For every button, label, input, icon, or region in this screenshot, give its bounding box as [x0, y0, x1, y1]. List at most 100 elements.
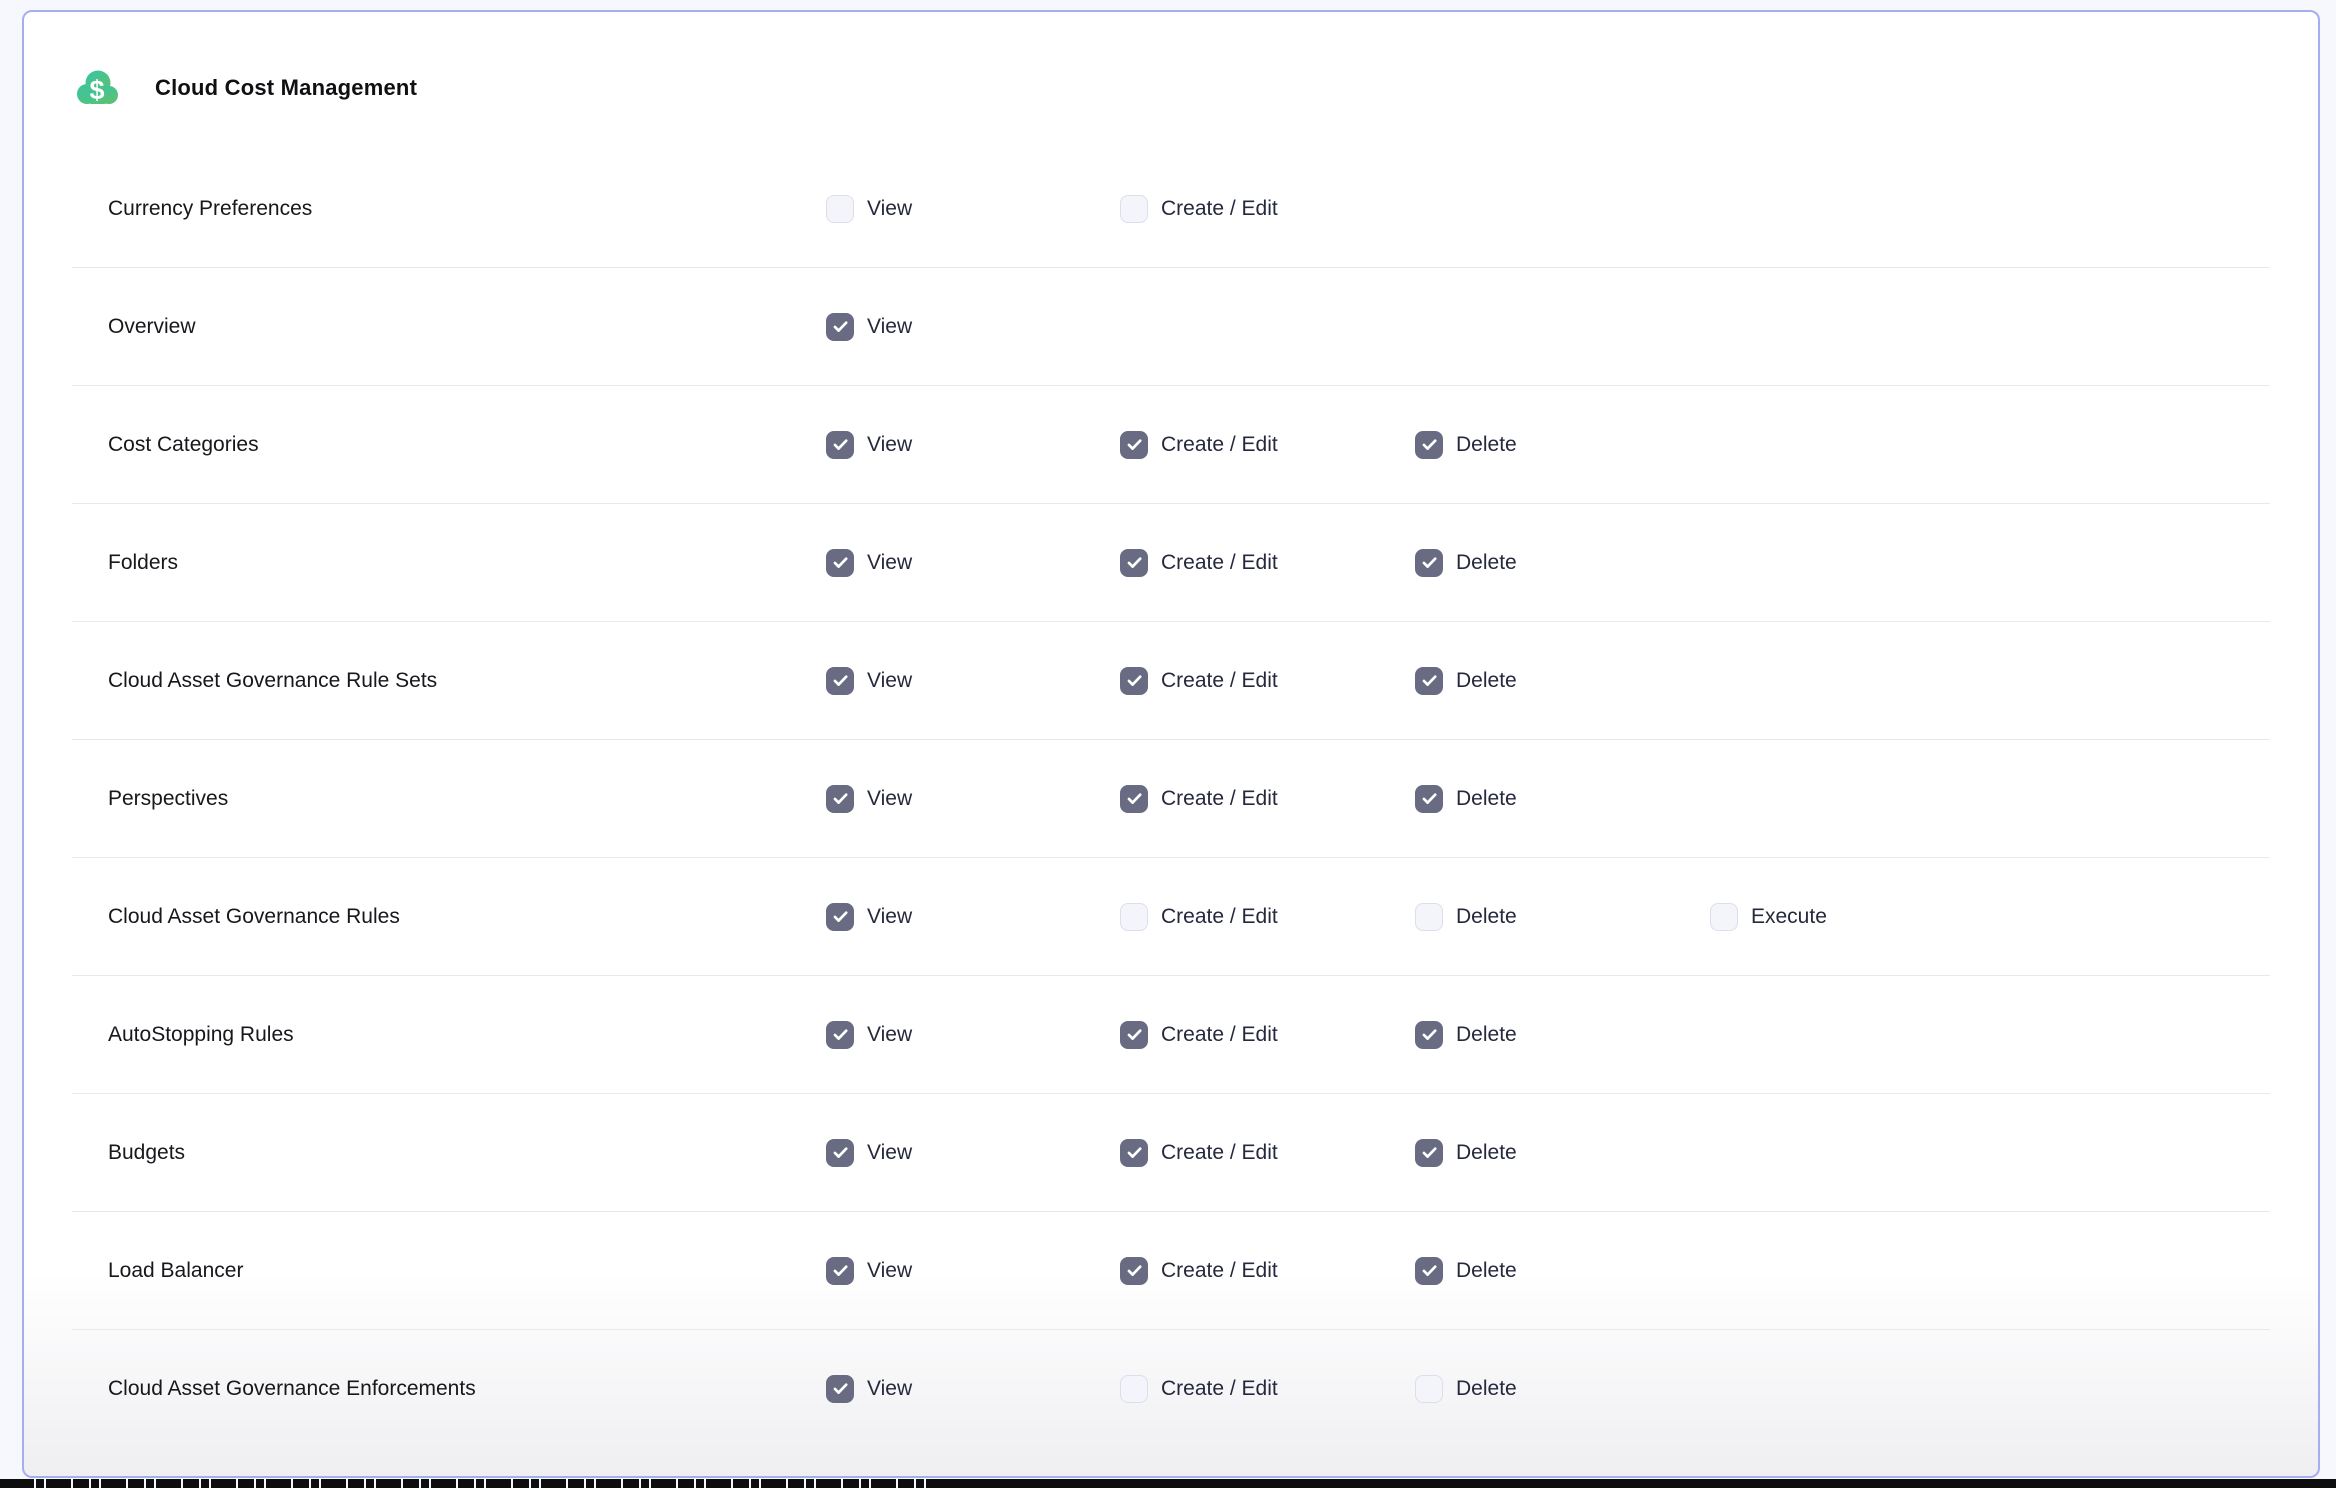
resource-name: Currency Preferences	[108, 197, 312, 221]
permission-delete[interactable]: Delete	[1415, 1257, 1517, 1285]
checkbox-checked-icon[interactable]	[826, 1375, 854, 1403]
checkbox-unchecked[interactable]	[1120, 1375, 1148, 1403]
checkbox-unchecked[interactable]	[1710, 903, 1738, 931]
checkbox-checked-icon[interactable]	[1415, 549, 1443, 577]
checkbox-checked-icon[interactable]	[826, 903, 854, 931]
permission-delete[interactable]: Delete	[1415, 903, 1517, 931]
permission-row: Budgets View Create / Edit Delete	[72, 1094, 2270, 1212]
checkbox-unchecked[interactable]	[1415, 903, 1443, 931]
permission-label: Delete	[1456, 787, 1517, 811]
checkbox-unchecked[interactable]	[826, 195, 854, 223]
checkbox-checked-icon[interactable]	[1120, 785, 1148, 813]
permission-create-edit[interactable]: Create / Edit	[1120, 785, 1278, 813]
permission-label: Execute	[1751, 905, 1827, 929]
permission-view[interactable]: View	[826, 549, 912, 577]
checkbox-checked-icon[interactable]	[1415, 785, 1443, 813]
permission-create-edit[interactable]: Create / Edit	[1120, 1021, 1278, 1049]
permission-row: AutoStopping Rules View Create / Edit Delet…	[72, 976, 2270, 1094]
clipped-next-section-text	[0, 1479, 2336, 1488]
permission-label: Delete	[1456, 1259, 1517, 1283]
permission-delete[interactable]: Delete	[1415, 549, 1517, 577]
checkbox-checked-icon[interactable]	[826, 785, 854, 813]
permission-label: View	[867, 669, 912, 693]
permission-row: Cost Categories View Create / Edit Delete	[72, 386, 2270, 504]
permission-view[interactable]: View	[826, 1375, 912, 1403]
permission-delete[interactable]: Delete	[1415, 431, 1517, 459]
card-header: $ Cloud Cost Management	[24, 12, 2318, 150]
checkbox-checked-icon[interactable]	[1415, 1139, 1443, 1167]
permission-delete[interactable]: Delete	[1415, 1139, 1517, 1167]
cloud-dollar-icon: $	[72, 68, 122, 108]
permission-create-edit[interactable]: Create / Edit	[1120, 667, 1278, 695]
permission-view[interactable]: View	[826, 313, 912, 341]
permission-view[interactable]: View	[826, 195, 912, 223]
permission-delete[interactable]: Delete	[1415, 785, 1517, 813]
permission-label: View	[867, 787, 912, 811]
permission-row: Overview View	[72, 268, 2270, 386]
permission-label: Create / Edit	[1161, 669, 1278, 693]
permission-row: Currency Preferences View Create / Edit	[72, 150, 2270, 268]
permission-create-edit[interactable]: Create / Edit	[1120, 1257, 1278, 1285]
resource-name: Overview	[108, 315, 196, 339]
resource-name: Folders	[108, 551, 178, 575]
permission-create-edit[interactable]: Create / Edit	[1120, 549, 1278, 577]
permission-create-edit[interactable]: Create / Edit	[1120, 903, 1278, 931]
permission-label: Delete	[1456, 1023, 1517, 1047]
resource-name: Cloud Asset Governance Rules	[108, 905, 400, 929]
permission-label: Delete	[1456, 551, 1517, 575]
checkbox-checked-icon[interactable]	[1120, 1021, 1148, 1049]
permission-row: Folders View Create / Edit Delete	[72, 504, 2270, 622]
resource-name: Cloud Asset Governance Rule Sets	[108, 669, 437, 693]
checkbox-checked-icon[interactable]	[1120, 1139, 1148, 1167]
checkbox-checked-icon[interactable]	[826, 1021, 854, 1049]
permission-label: View	[867, 905, 912, 929]
checkbox-unchecked[interactable]	[1120, 195, 1148, 223]
checkbox-checked-icon[interactable]	[1415, 431, 1443, 459]
permission-label: Create / Edit	[1161, 1141, 1278, 1165]
permission-label: Create / Edit	[1161, 1377, 1278, 1401]
checkbox-checked-icon[interactable]	[1415, 667, 1443, 695]
permission-create-edit[interactable]: Create / Edit	[1120, 195, 1278, 223]
permission-delete[interactable]: Delete	[1415, 667, 1517, 695]
permission-view[interactable]: View	[826, 1021, 912, 1049]
checkbox-checked-icon[interactable]	[1415, 1257, 1443, 1285]
permission-view[interactable]: View	[826, 1257, 912, 1285]
resource-name: Cost Categories	[108, 433, 259, 457]
checkbox-checked-icon[interactable]	[826, 1257, 854, 1285]
checkbox-checked-icon[interactable]	[1415, 1021, 1443, 1049]
permission-create-edit[interactable]: Create / Edit	[1120, 1375, 1278, 1403]
permission-create-edit[interactable]: Create / Edit	[1120, 1139, 1278, 1167]
checkbox-checked-icon[interactable]	[1120, 1257, 1148, 1285]
checkbox-checked-icon[interactable]	[826, 549, 854, 577]
permission-delete[interactable]: Delete	[1415, 1375, 1517, 1403]
permission-label: Delete	[1456, 669, 1517, 693]
checkbox-unchecked[interactable]	[1120, 903, 1148, 931]
permission-create-edit[interactable]: Create / Edit	[1120, 431, 1278, 459]
checkbox-unchecked[interactable]	[1415, 1375, 1443, 1403]
permission-label: Create / Edit	[1161, 197, 1278, 221]
permission-label: Delete	[1456, 1141, 1517, 1165]
checkbox-checked-icon[interactable]	[1120, 431, 1148, 459]
resource-name: Budgets	[108, 1141, 185, 1165]
permission-delete[interactable]: Delete	[1415, 1021, 1517, 1049]
resource-name: Perspectives	[108, 787, 228, 811]
permission-view[interactable]: View	[826, 785, 912, 813]
checkbox-checked-icon[interactable]	[1120, 667, 1148, 695]
permission-label: Create / Edit	[1161, 433, 1278, 457]
section-title: Cloud Cost Management	[155, 75, 417, 101]
resource-name: AutoStopping Rules	[108, 1023, 294, 1047]
permission-label: Create / Edit	[1161, 905, 1278, 929]
permission-view[interactable]: View	[826, 1139, 912, 1167]
permission-execute[interactable]: Execute	[1710, 903, 1827, 931]
checkbox-checked-icon[interactable]	[1120, 549, 1148, 577]
checkbox-checked-icon[interactable]	[826, 1139, 854, 1167]
permission-label: View	[867, 315, 912, 339]
permission-view[interactable]: View	[826, 431, 912, 459]
checkbox-checked-icon[interactable]	[826, 431, 854, 459]
permission-view[interactable]: View	[826, 903, 912, 931]
checkbox-checked-icon[interactable]	[826, 313, 854, 341]
permission-view[interactable]: View	[826, 667, 912, 695]
checkbox-checked-icon[interactable]	[826, 667, 854, 695]
permission-label: Delete	[1456, 433, 1517, 457]
permission-row: Load BalancerViewCreate / EditDelete	[72, 1212, 2270, 1330]
